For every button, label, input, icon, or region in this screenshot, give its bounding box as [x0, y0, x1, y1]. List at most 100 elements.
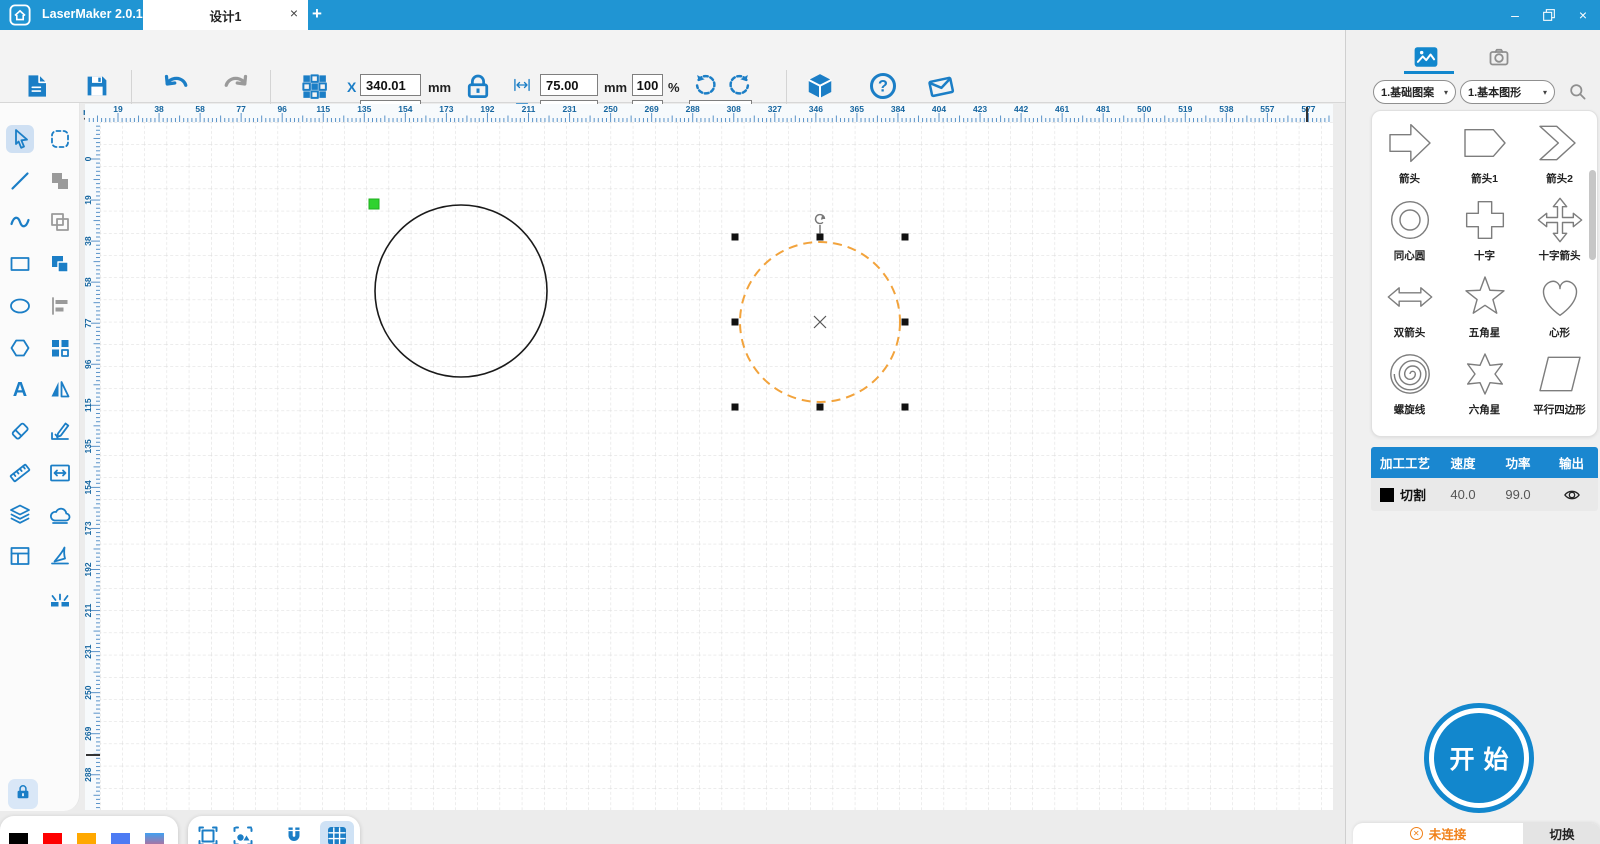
cloud-tool[interactable] — [46, 500, 74, 528]
select-tool[interactable] — [6, 125, 34, 153]
pen-tool[interactable] — [46, 542, 74, 570]
shape-item-heart[interactable]: 心形 — [1522, 265, 1597, 342]
gallery-scrollbar[interactable] — [1589, 170, 1596, 260]
layers-tool[interactable] — [6, 500, 34, 528]
selection-handle[interactable] — [732, 234, 739, 241]
shape-item-cross[interactable]: 十字 — [1447, 188, 1522, 265]
align-tool[interactable] — [46, 292, 74, 320]
color-swatch-1[interactable] — [9, 833, 28, 844]
explode-tool[interactable] — [46, 584, 74, 612]
search-icon[interactable] — [1568, 82, 1587, 106]
ruler-tool[interactable] — [6, 459, 34, 487]
shape-item-arrow-chevron[interactable]: 箭头2 — [1522, 111, 1597, 188]
shape-item-blank — [1447, 419, 1522, 437]
rotate-ccw-button[interactable] — [693, 72, 719, 103]
selection-handle[interactable] — [902, 319, 909, 326]
shape-item-spiral[interactable]: 螺旋线 — [1372, 342, 1447, 419]
connection-status[interactable]: ✕ 未连接 — [1353, 823, 1523, 844]
table-tool[interactable] — [6, 542, 34, 570]
ellipse-tool[interactable] — [6, 292, 34, 320]
node-select-tool[interactable] — [46, 125, 74, 153]
svg-text:346: 346 — [809, 104, 823, 114]
width-percent-input[interactable] — [632, 74, 663, 96]
svg-text:250: 250 — [85, 685, 93, 699]
svg-text:?: ? — [878, 78, 888, 96]
mirror-tool[interactable] — [46, 375, 74, 403]
camera-tab[interactable] — [1487, 45, 1511, 74]
x-unit-label: mm — [428, 80, 451, 95]
arrow-chevron-icon — [1535, 118, 1585, 168]
grid-snap-tool[interactable] — [320, 821, 354, 844]
svg-text:115: 115 — [316, 104, 330, 114]
svg-text:0: 0 — [85, 156, 93, 161]
process-speed: 40.0 — [1435, 487, 1491, 502]
chevron-down-icon: ▾ — [1444, 88, 1448, 97]
polygon-tool[interactable] — [6, 334, 34, 362]
shape-item-concentric-circles[interactable]: 同心圆 — [1372, 188, 1447, 265]
output-toggle[interactable] — [1545, 487, 1598, 503]
double-arrow-icon — [1385, 272, 1435, 322]
canvas-lock-button[interactable] — [8, 779, 38, 809]
color-swatch-4[interactable] — [111, 833, 130, 844]
process-power: 99.0 — [1491, 487, 1545, 502]
color-swatch-5[interactable] — [145, 833, 164, 844]
text-tool[interactable]: A — [6, 375, 34, 403]
color-swatch-3[interactable] — [77, 833, 96, 844]
svg-text:58: 58 — [85, 277, 93, 287]
shape-item-arrow-pentagon[interactable]: 箭头1 — [1447, 111, 1522, 188]
tab-close-icon[interactable]: × — [290, 5, 298, 21]
curve-tool[interactable] — [6, 208, 34, 236]
shape-item-cross-arrow[interactable]: 十字箭头 — [1522, 188, 1597, 265]
line-tool[interactable] — [6, 167, 34, 195]
process-row[interactable]: 切割 40.0 99.0 — [1371, 478, 1598, 511]
combine-tool[interactable] — [46, 250, 74, 278]
array-tool[interactable] — [46, 334, 74, 362]
width-input[interactable] — [540, 74, 598, 96]
new-tab-button[interactable]: + — [312, 4, 322, 24]
restore-button[interactable] — [1532, 0, 1566, 30]
svg-text:211: 211 — [85, 603, 93, 617]
magnet-tool[interactable] — [280, 821, 308, 844]
eraser-tool[interactable] — [6, 417, 34, 445]
outline-tool[interactable] — [46, 208, 74, 236]
selection-handle[interactable] — [902, 404, 909, 411]
shape-item-parallelogram[interactable]: 平行四边形 — [1522, 342, 1597, 419]
svg-text:423: 423 — [973, 104, 987, 114]
shape-item-star-6[interactable]: 六角星 — [1447, 342, 1522, 419]
star-6-icon — [1460, 349, 1510, 399]
svg-text:538: 538 — [1219, 104, 1233, 114]
home-button[interactable] — [9, 4, 31, 26]
close-button[interactable]: × — [1566, 0, 1600, 30]
shape-item-arrow-right[interactable]: 箭头 — [1372, 111, 1447, 188]
shape-select-tool[interactable] — [229, 821, 257, 844]
x-position-input[interactable] — [360, 74, 421, 96]
selection-handle[interactable] — [732, 404, 739, 411]
minimize-button[interactable]: – — [1498, 0, 1532, 30]
origin-icon — [299, 71, 329, 106]
shape-item-double-arrow[interactable]: 双箭头 — [1372, 265, 1447, 342]
shape-item-star-5[interactable]: 五角星 — [1447, 265, 1522, 342]
category-dropdown-1[interactable]: 1.基础图案▾ — [1373, 80, 1456, 104]
process-table: 加工工艺 速度 功率 输出 切割 40.0 99.0 — [1371, 447, 1598, 511]
color-swatch-2[interactable] — [43, 833, 62, 844]
rectangle-tool[interactable] — [6, 250, 34, 278]
process-name: 切割 — [1394, 485, 1435, 504]
category-dropdown-2[interactable]: 1.基本图形▾ — [1460, 80, 1555, 104]
svg-text:500: 500 — [1137, 104, 1151, 114]
design-canvas[interactable] — [100, 122, 1333, 810]
weld-tool[interactable] — [46, 167, 74, 195]
stretch-tool[interactable] — [46, 459, 74, 487]
document-tab[interactable]: 设计1 × — [143, 0, 308, 30]
svg-text:38: 38 — [85, 236, 93, 246]
switch-device-button[interactable]: 切换 — [1523, 823, 1600, 844]
svg-text:A: A — [13, 379, 27, 401]
selection-handle[interactable] — [732, 319, 739, 326]
start-button[interactable]: 开始 — [1429, 708, 1529, 808]
selection-handle[interactable] — [902, 234, 909, 241]
svg-text:135: 135 — [85, 439, 93, 453]
angle-edit-tool[interactable] — [46, 417, 74, 445]
frame-tool[interactable] — [194, 821, 222, 844]
rotate-cw-button[interactable] — [726, 72, 752, 103]
selection-handle[interactable] — [817, 234, 824, 241]
selection-handle[interactable] — [817, 404, 824, 411]
